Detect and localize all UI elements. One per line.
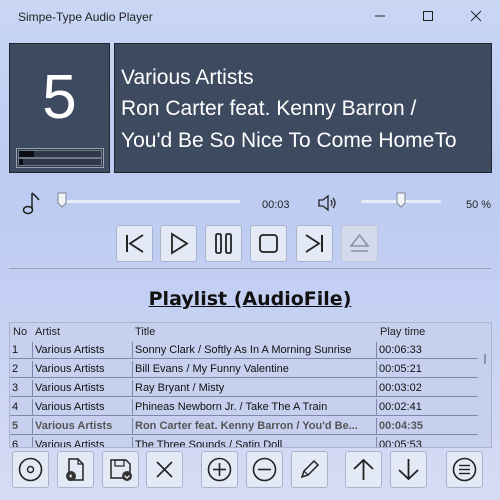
cell-artist: Various Artists (32, 437, 132, 447)
disc-icon (18, 457, 43, 482)
cell-time: 00:05:21 (376, 361, 478, 378)
maximize-icon (423, 11, 433, 21)
cell-title: Sonny Clark / Softly As In A Morning Sun… (132, 342, 376, 359)
window-title: Simpe-Type Audio Player (18, 10, 153, 24)
table-row[interactable]: 1 Various Artists Sonny Clark / Softly As … (10, 342, 478, 360)
move-up-icon (353, 458, 374, 480)
now-playing-artist: Various Artists (121, 66, 254, 89)
cell-title: Bill Evans / My Funny Valentine (132, 361, 376, 378)
add-button[interactable] (201, 451, 238, 488)
cell-time: 00:06:33 (376, 342, 478, 359)
play-button[interactable] (160, 225, 197, 262)
music-note-icon (22, 192, 40, 215)
column-header-artist[interactable]: Artist (35, 326, 60, 338)
volume-icon[interactable] (316, 192, 338, 214)
cell-no: 5 (10, 418, 32, 435)
seek-slider[interactable] (60, 200, 240, 203)
separator (9, 268, 491, 269)
move-down-button[interactable] (390, 451, 427, 488)
minimize-icon (375, 15, 385, 17)
cell-time: 00:04:35 (376, 418, 478, 435)
cell-time: 00:02:41 (376, 399, 478, 416)
table-row[interactable]: 2 Various Artists Bill Evans / My Funny Va… (10, 361, 478, 379)
next-button[interactable] (296, 225, 333, 262)
now-playing-line3: You'd Be So Nice To Come HomeTo (121, 129, 457, 152)
column-header-title[interactable]: Title (135, 326, 155, 338)
cell-no: 3 (10, 380, 32, 397)
table-row[interactable]: 4 Various Artists Phineas Newborn Jr. / Ta… (10, 399, 478, 417)
open-file-button[interactable] (57, 451, 94, 488)
playlist-title: Playlist (AudioFile) (148, 288, 352, 310)
clear-button[interactable] (146, 451, 183, 488)
level-left-bar (19, 151, 34, 157)
menu-button[interactable] (446, 451, 483, 488)
cell-title: Ron Carter feat. Kenny Barron / You'd Be… (132, 418, 376, 435)
cell-no: 6 (10, 437, 32, 447)
eject-icon (349, 233, 370, 252)
table-header: No Artist Title Play time (10, 323, 480, 342)
cell-no: 1 (10, 342, 32, 359)
stop-icon (259, 234, 278, 253)
stop-button[interactable] (250, 225, 287, 262)
eject-button[interactable] (341, 225, 378, 262)
title-bar: Simpe-Type Audio Player (0, 0, 500, 32)
cell-artist: Various Artists (32, 380, 132, 397)
cell-no: 2 (10, 361, 32, 378)
previous-button[interactable] (116, 225, 153, 262)
add-icon (207, 457, 232, 482)
cell-title: The Three Sounds / Satin Doll (132, 437, 376, 447)
now-playing-info: Various Artists Ron Carter feat. Kenny B… (114, 43, 492, 173)
level-meter (16, 148, 104, 168)
playlist-table[interactable]: No Artist Title Play time 1 Various Artis… (9, 322, 492, 448)
play-icon (171, 232, 189, 255)
previous-icon (126, 234, 144, 253)
level-right-bar (19, 159, 24, 165)
minimize-button[interactable] (360, 3, 400, 29)
disc-button[interactable] (12, 451, 49, 488)
cell-artist: Various Artists (32, 342, 132, 359)
next-icon (305, 234, 323, 253)
now-playing-line2: Ron Carter feat. Kenny Barron / (121, 97, 417, 120)
move-down-icon (398, 459, 419, 481)
column-header-no[interactable]: No (13, 326, 27, 338)
pause-icon (215, 233, 232, 254)
track-number-display: 5 (9, 43, 110, 173)
table-row[interactable]: 3 Various Artists Ray Bryant / Misty 00:03:… (10, 380, 478, 398)
scrollbar-thumb[interactable] (484, 354, 486, 364)
save-button[interactable] (102, 451, 139, 488)
cell-artist: Various Artists (32, 418, 132, 435)
move-up-button[interactable] (345, 451, 382, 488)
edit-icon (300, 459, 320, 479)
table-row[interactable]: 5 Various Artists Ron Carter feat. Kenny B… (10, 418, 478, 436)
save-icon (110, 459, 132, 481)
cell-title: Phineas Newborn Jr. / Take The A Train (132, 399, 376, 416)
table-row[interactable]: 6 Various Artists The Three Sounds / Satin… (10, 437, 478, 447)
edit-button[interactable] (291, 451, 328, 488)
cell-artist: Various Artists (32, 399, 132, 416)
menu-icon (452, 457, 477, 482)
close-button[interactable] (456, 3, 496, 29)
table-scrollbar[interactable] (480, 342, 490, 446)
track-number: 5 (42, 63, 77, 132)
seek-slider-thumb[interactable] (57, 192, 67, 208)
clear-icon (156, 461, 173, 478)
remove-icon (252, 457, 277, 482)
cell-time: 00:03:02 (376, 380, 478, 397)
maximize-button[interactable] (408, 3, 448, 29)
elapsed-time: 00:03 (262, 199, 290, 211)
cell-title: Ray Bryant / Misty (132, 380, 376, 397)
close-icon (470, 10, 482, 22)
column-header-play-time[interactable]: Play time (380, 326, 425, 338)
volume-slider-thumb[interactable] (396, 192, 406, 208)
cell-no: 4 (10, 399, 32, 416)
cell-time: 00:05:53 (376, 437, 478, 447)
cell-artist: Various Artists (32, 361, 132, 378)
remove-button[interactable] (246, 451, 283, 488)
volume-label: 50 % (466, 199, 492, 211)
pause-button[interactable] (205, 225, 242, 262)
open-file-icon (66, 458, 84, 481)
